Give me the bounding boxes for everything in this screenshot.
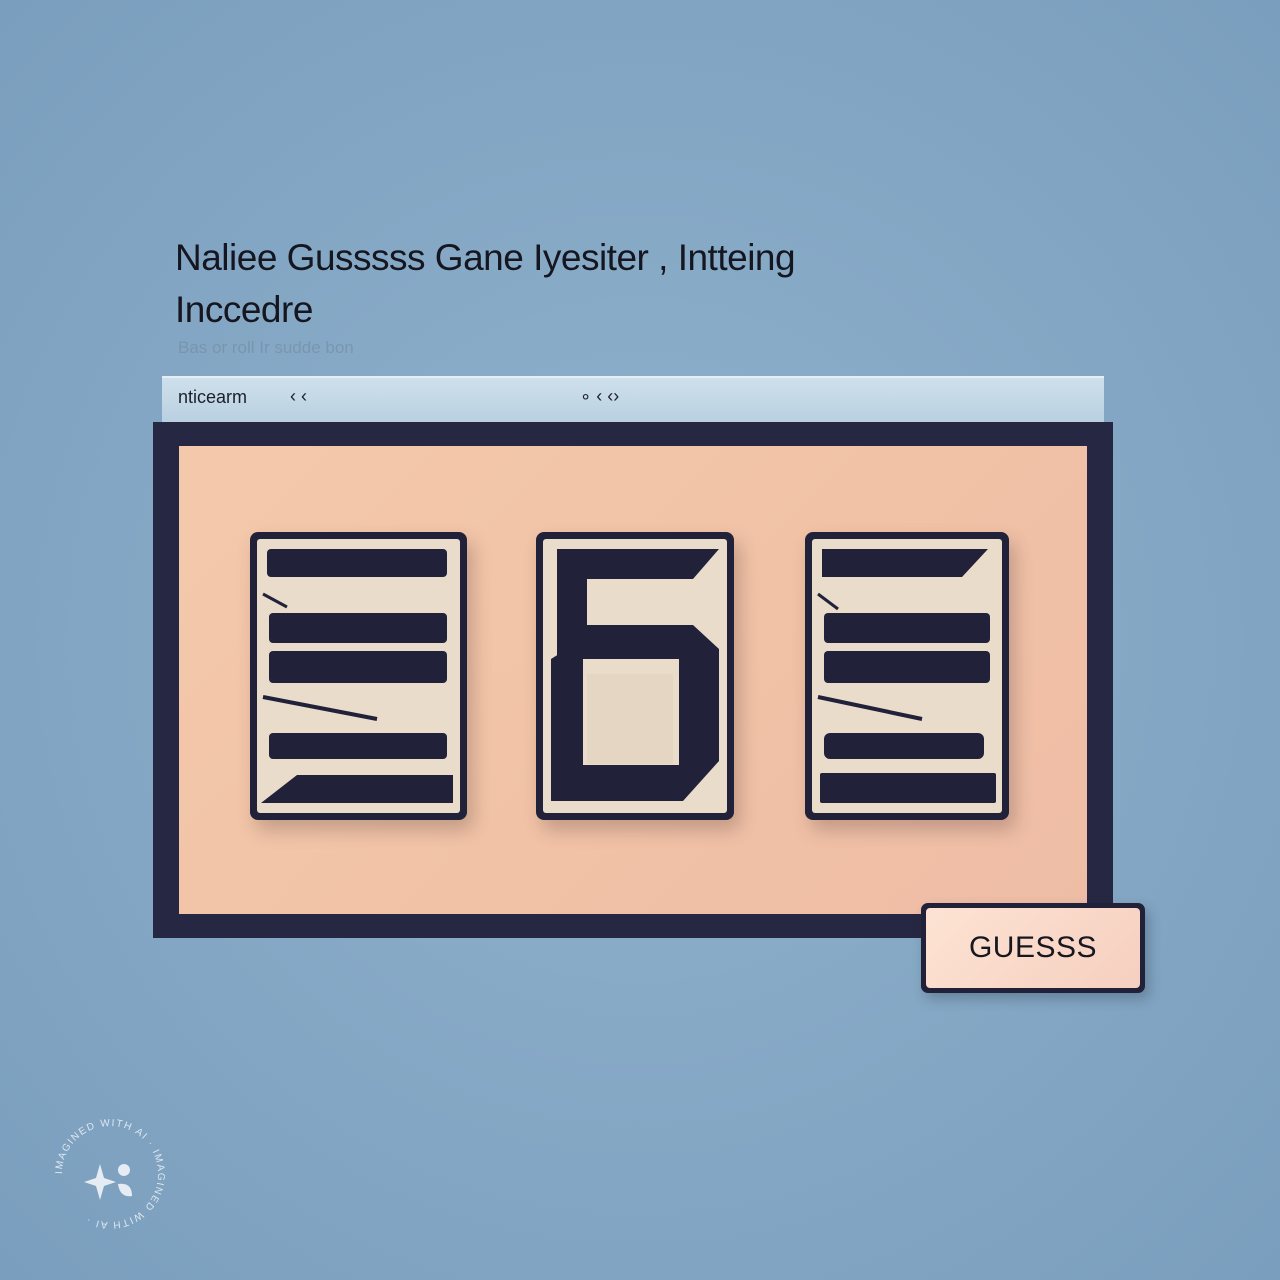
- page-title: Naliee Gusssss Gane Iyesiter , Intteing …: [175, 232, 935, 336]
- page-title-line-1: Naliee Gusssss Gane Iyesiter , Intteing: [175, 237, 796, 278]
- browser-tab-bar: nticearm ‹ ‹ ∘ ‹ ‹›: [162, 376, 1104, 422]
- guess-button[interactable]: GUESSS: [921, 903, 1145, 993]
- back-nav-icon[interactable]: ‹ ‹: [290, 386, 307, 407]
- tab-label[interactable]: nticearm: [178, 387, 247, 408]
- digit-card-3[interactable]: [805, 532, 1009, 820]
- watermark-logo-icon: IMAGINED WITH AI · IMAGINED WITH AI ·: [54, 1118, 166, 1230]
- svg-text:IMAGINED WITH AI · IMAGINED WI: IMAGINED WITH AI · IMAGINED WITH AI ·: [54, 1118, 166, 1230]
- digit-card-1[interactable]: [250, 532, 467, 820]
- digit-face-2: [543, 539, 727, 813]
- guess-button-label: GUESSS: [926, 908, 1140, 988]
- watermark-text: IMAGINED WITH AI · IMAGINED WITH AI ·: [54, 1118, 165, 1230]
- digit-face-1: [257, 539, 460, 813]
- bars-digit-icon: [261, 549, 453, 803]
- digit-five-icon: [551, 549, 719, 801]
- digit-face-3: [812, 539, 1002, 813]
- digit-card-2[interactable]: [536, 532, 734, 820]
- toolbar-nav-icons[interactable]: ∘ ‹ ‹›: [580, 386, 619, 407]
- game-panel: [179, 446, 1087, 914]
- bars-digit-icon: [817, 549, 996, 803]
- page-title-line-2: Inccedre: [175, 289, 313, 330]
- game-window: [153, 422, 1113, 938]
- page-subtitle: Bas or roll Ir sudde bon: [178, 338, 354, 357]
